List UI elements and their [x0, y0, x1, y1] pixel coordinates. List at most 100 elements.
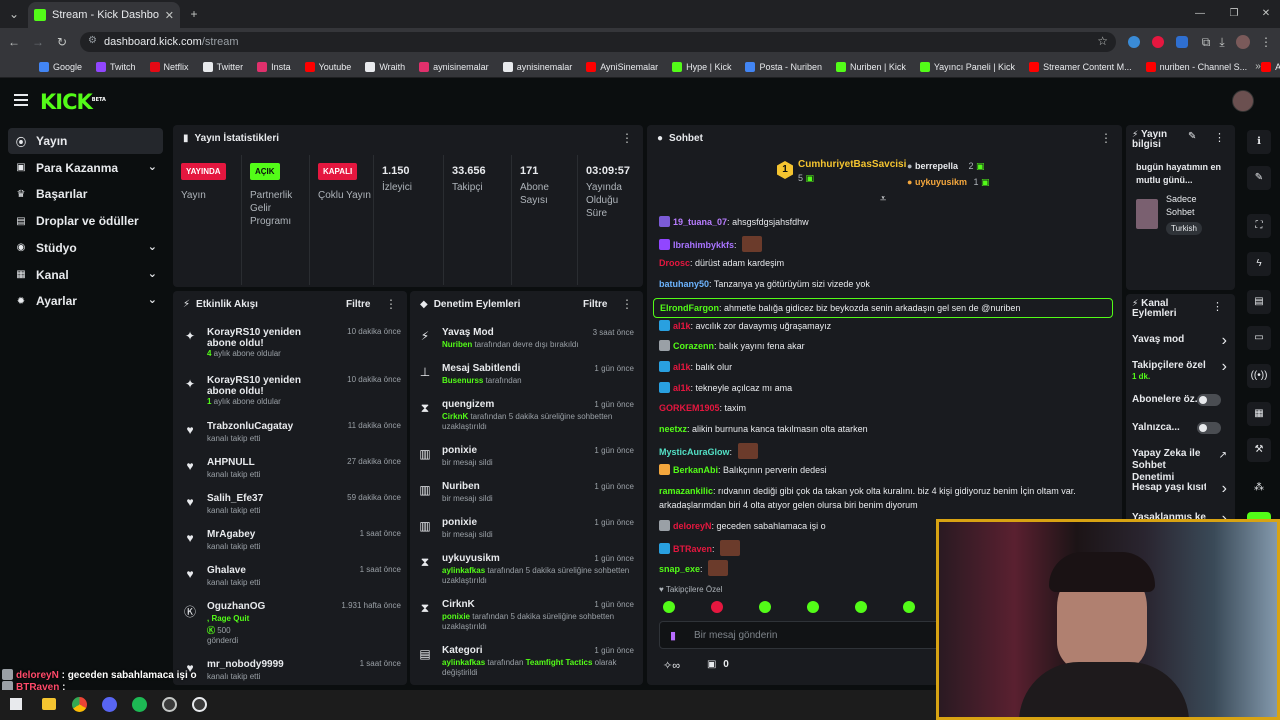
- chat-message[interactable]: GORKEM1905: taxim: [659, 401, 1115, 415]
- bookmark-item[interactable]: nuriben - Channel S...: [1139, 61, 1255, 72]
- modlog-filter-button[interactable]: Filtre: [583, 299, 607, 310]
- reload-icon[interactable]: ↻: [54, 34, 70, 50]
- chat-message[interactable]: al1k: avcılık zor davaymış uğraşamayız: [659, 319, 1115, 333]
- lightning-icon[interactable]: ϟ: [1247, 252, 1271, 276]
- profile-avatar-icon[interactable]: [1236, 35, 1250, 49]
- chat-message[interactable]: al1k: balık olur: [659, 360, 1115, 374]
- emote-icon[interactable]: [855, 601, 867, 613]
- chat-message[interactable]: Droosc: dürüst adam kardeşim: [659, 256, 1115, 270]
- app-icon[interactable]: [162, 697, 177, 712]
- chat-message[interactable]: Corazenn: balık yayını fena akar: [659, 339, 1115, 353]
- info-icon[interactable]: ℹ: [1247, 130, 1271, 154]
- channel-actions-menu-icon[interactable]: ⋮: [1212, 300, 1223, 313]
- emote-icon[interactable]: [903, 601, 915, 613]
- chat-username[interactable]: MysticAuraGlow: [659, 447, 730, 457]
- broadcast-icon[interactable]: ((•)): [1247, 364, 1271, 388]
- mod-action-item[interactable]: ▤ Kategori 1 gün önce aylinkafkas tarafında…: [418, 645, 634, 679]
- mod-action-item[interactable]: ⧗ uykuyusikm 1 gün önce aylinkafkas tarafın…: [418, 553, 634, 587]
- bookmark-item[interactable]: Twitch: [89, 61, 143, 72]
- crop-icon[interactable]: ⛶: [1247, 214, 1271, 238]
- mod-action-item[interactable]: ⊥ Mesaj Sabitlendi 1 gün önce Busenurss tar…: [418, 363, 634, 397]
- extension-icon[interactable]: [1176, 36, 1188, 48]
- bookmark-item[interactable]: Streamer Content M...: [1022, 61, 1139, 72]
- emote-icon[interactable]: [807, 601, 819, 613]
- chat-username[interactable]: neetxz: [659, 424, 687, 434]
- sidebar-item-1[interactable]: ⦿ Yayın: [8, 128, 163, 154]
- start-icon[interactable]: [10, 698, 22, 710]
- chat-username[interactable]: batuhany50: [659, 279, 709, 289]
- chat-username[interactable]: al1k: [673, 362, 691, 372]
- all-bookmarks-icon[interactable]: »: [1250, 59, 1266, 75]
- chrome-icon[interactable]: [72, 697, 87, 712]
- bookmark-item[interactable]: Youtube: [298, 61, 359, 72]
- browser-menu-icon[interactable]: ⋮: [1258, 34, 1274, 50]
- pinned-chat-message[interactable]: ElrondFargon: ahmetle balığa gidicez biz…: [653, 297, 1113, 318]
- stream-info-menu-icon[interactable]: ⋮: [1214, 131, 1225, 144]
- bookmark-item[interactable]: Yayıncı Paneli | Kick: [913, 61, 1022, 72]
- chevron-right-icon[interactable]: ›: [1222, 332, 1227, 350]
- user-avatar[interactable]: [1232, 90, 1254, 112]
- chat-username[interactable]: snap_exe: [659, 564, 700, 574]
- emote-icon[interactable]: [759, 601, 771, 613]
- activity-item[interactable]: ♥ MrAgabey 1 saat önce kanalı takip etti: [183, 529, 401, 563]
- people-icon[interactable]: ⁂: [1247, 476, 1271, 500]
- bookmark-item[interactable]: Posta - Nuriben: [738, 61, 829, 72]
- site-info-icon[interactable]: ⚙: [88, 35, 97, 46]
- channel-points[interactable]: ▣ 0: [707, 659, 729, 670]
- close-window-icon[interactable]: ✕: [1258, 6, 1274, 22]
- minimize-icon[interactable]: —: [1192, 6, 1208, 22]
- pencil-icon[interactable]: ✎: [1247, 166, 1271, 190]
- channel-action-item[interactable]: Yapay Zeka ile Sohbet Denetimi: [1132, 448, 1206, 484]
- wrench-icon[interactable]: ⚒: [1247, 438, 1271, 462]
- sidebar-item-5[interactable]: ◉ Stüdyo ⌄: [8, 235, 163, 261]
- chat-username[interactable]: BTRaven: [673, 544, 712, 554]
- chat-message[interactable]: al1k: tekneyle açılcaz mı ama: [659, 381, 1115, 395]
- chat-settings-icon[interactable]: ✧∞: [663, 659, 680, 672]
- bookmark-item[interactable]: Twitter: [196, 61, 251, 72]
- channel-action-item[interactable]: Yalnızca...: [1132, 422, 1206, 434]
- bookmark-item[interactable]: Hype | Kick: [665, 61, 738, 72]
- sidebar-item-3[interactable]: ♛ Başarılar: [8, 181, 163, 207]
- activity-menu-icon[interactable]: ⋮: [385, 297, 397, 311]
- chat-menu-icon[interactable]: ⋮: [1100, 131, 1112, 145]
- sidebar-item-2[interactable]: ▣ Para Kazanma ⌄: [8, 155, 163, 181]
- document-icon[interactable]: ▤: [1247, 290, 1271, 314]
- kick-logo[interactable]: KICKBETA: [40, 90, 106, 114]
- activity-item[interactable]: ♥ AHPNULL 27 dakika önce kanalı takip etti: [183, 457, 401, 491]
- mod-action-item[interactable]: ▥ ponixie 1 gün önce bir mesajı sildi: [418, 517, 634, 551]
- activity-item[interactable]: ✦ KorayRS10 yeniden abone oldu! 10 dakika …: [183, 327, 401, 361]
- bookmark-item[interactable]: Wraith: [358, 61, 412, 72]
- bookmark-item[interactable]: Insta: [250, 61, 298, 72]
- chat-username[interactable]: al1k: [673, 321, 691, 331]
- extension-icon[interactable]: [1152, 36, 1164, 48]
- chat-username[interactable]: Droosc: [659, 258, 690, 268]
- mod-action-item[interactable]: ⧗ quengizem 1 gün önce CirknK tarafından 5 …: [418, 399, 634, 433]
- bookmark-item[interactable]: aynisinemalar: [412, 61, 496, 72]
- mic-icon[interactable]: ▮: [670, 629, 676, 642]
- edit-stream-info-icon[interactable]: ✎: [1188, 131, 1196, 142]
- folder-icon[interactable]: [42, 698, 56, 710]
- discord-icon[interactable]: [102, 697, 117, 712]
- top-gifter-name[interactable]: CumhuriyetBasSavcisi: [798, 159, 906, 170]
- chat-username[interactable]: ElrondFargon: [660, 303, 719, 313]
- chat-username[interactable]: GORKEM1905: [659, 403, 720, 413]
- stats-menu-icon[interactable]: ⋮: [621, 131, 633, 145]
- emote-icon[interactable]: [711, 601, 723, 613]
- emote-icon[interactable]: [663, 601, 675, 613]
- extensions-puzzle-icon[interactable]: ⧉: [1198, 34, 1214, 50]
- sidebar-item-4[interactable]: ▤ Droplar ve ödüller: [8, 208, 163, 234]
- bookmark-item[interactable]: Google: [32, 61, 89, 72]
- chat-message[interactable]: ramazankilic: rıdvanın dediği gibi çok d…: [659, 484, 1115, 498]
- forward-icon[interactable]: →: [30, 34, 46, 50]
- hamburger-menu-icon[interactable]: [14, 94, 28, 106]
- chat-username[interactable]: 19_tuana_07: [673, 217, 727, 227]
- bookmark-item[interactable]: Netflix: [143, 61, 196, 72]
- chevron-right-icon[interactable]: ›: [1222, 480, 1227, 498]
- gifter-name[interactable]: berrepella: [915, 161, 958, 171]
- mod-action-item[interactable]: ▥ Nuriben 1 gün önce bir mesajı sildi: [418, 481, 634, 515]
- chat-username[interactable]: Corazenn: [673, 341, 714, 351]
- activity-item[interactable]: ♥ Ghalave 1 saat önce kanalı takip etti: [183, 565, 401, 599]
- sidebar-item-7[interactable]: ✹ Ayarlar ⌄: [8, 288, 163, 314]
- address-bar[interactable]: ⚙ dashboard.kick.com/stream ☆: [80, 32, 1116, 52]
- category-name[interactable]: Sadece Sohbet: [1166, 193, 1222, 219]
